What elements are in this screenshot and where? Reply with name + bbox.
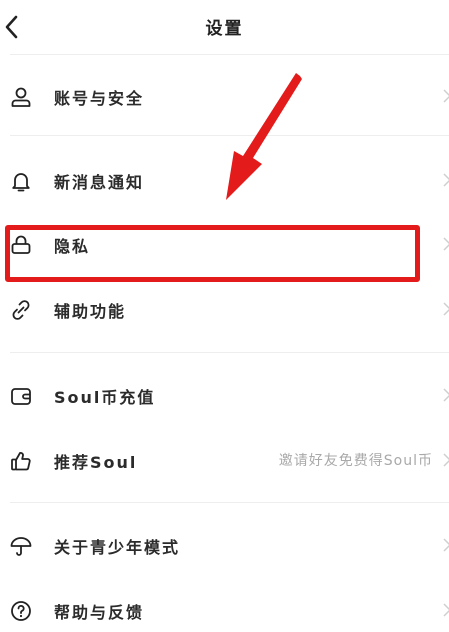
header: 设置: [0, 0, 449, 54]
chevron-right-icon: [443, 89, 449, 103]
wallet-icon: [11, 388, 31, 405]
chevron-right-icon: [443, 538, 449, 552]
settings-item-label: 辅助功能: [54, 302, 127, 321]
settings-item-label: 关于青少年模式: [54, 538, 181, 557]
user-icon: [11, 87, 31, 107]
divider: [10, 54, 449, 55]
settings-item-notifications[interactable]: 新消息通知: [0, 158, 449, 202]
settings-item-label: 推荐Soul: [54, 453, 138, 472]
privacy-highlight-box: [5, 225, 420, 282]
settings-item-label: 新消息通知: [54, 173, 145, 192]
settings-item-teen-mode[interactable]: 关于青少年模式: [0, 523, 449, 567]
bell-icon: [12, 173, 30, 192]
settings-item-account-security[interactable]: 账号与安全: [0, 74, 449, 118]
page-title: 设置: [205, 19, 244, 39]
thumbs-up-icon: [11, 452, 31, 471]
invite-reward-text: 邀请好友免费得Soul币: [278, 453, 433, 469]
settings-item-label: Soul币充值: [54, 388, 156, 407]
chevron-right-icon: [443, 173, 449, 187]
divider: [10, 352, 449, 353]
link-icon: [12, 300, 30, 320]
umbrella-icon: [10, 537, 32, 556]
chevron-right-icon: [443, 453, 449, 467]
settings-item-recharge[interactable]: Soul币充值: [0, 373, 449, 417]
settings-item-label: 账号与安全: [54, 89, 145, 108]
settings-item-recommend[interactable]: 推荐Soul 邀请好友免费得Soul币: [0, 438, 449, 482]
chevron-right-icon: [443, 237, 449, 251]
help-icon: [11, 601, 31, 621]
chevron-right-icon: [443, 603, 449, 617]
divider: [10, 502, 449, 503]
chevron-right-icon: [443, 302, 449, 316]
settings-item-label: 帮助与反馈: [54, 603, 145, 622]
settings-item-accessibility[interactable]: 辅助功能: [0, 287, 449, 331]
divider: [10, 135, 449, 136]
settings-item-help-feedback[interactable]: 帮助与反馈: [0, 588, 449, 632]
chevron-right-icon: [443, 388, 449, 402]
